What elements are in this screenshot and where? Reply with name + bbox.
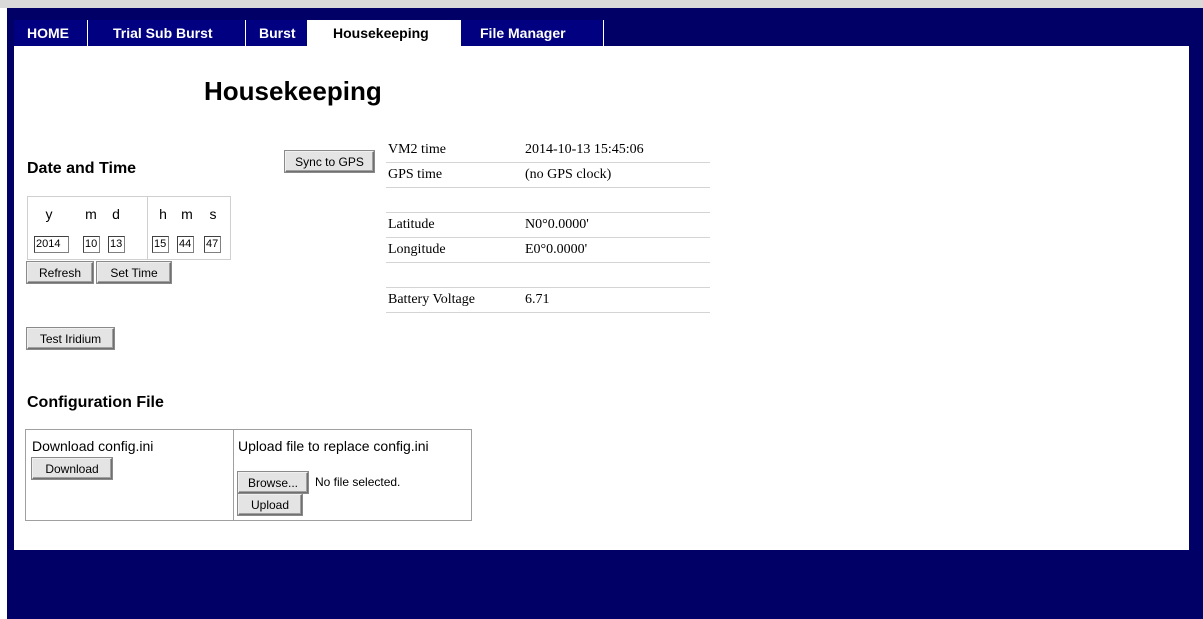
month-label: m bbox=[85, 206, 97, 222]
vm2-time-value: 2014-10-13 15:45:06 bbox=[523, 138, 710, 163]
gps-time-label: GPS time bbox=[386, 162, 523, 188]
minute-label: m bbox=[181, 206, 193, 222]
day-input[interactable]: 13 bbox=[108, 236, 125, 253]
latitude-value: N0°0.0000' bbox=[523, 212, 710, 238]
minute-input[interactable]: 44 bbox=[177, 236, 194, 253]
second-input[interactable]: 47 bbox=[204, 236, 221, 253]
upload-button[interactable]: Upload bbox=[238, 494, 302, 515]
gps-time-value: (no GPS clock) bbox=[523, 162, 710, 188]
browser-top-strip bbox=[0, 0, 1203, 8]
latitude-label: Latitude bbox=[386, 212, 523, 238]
test-iridium-button[interactable]: Test Iridium bbox=[27, 328, 114, 349]
vm2-time-row: VM2 time 2014-10-13 15:45:06 bbox=[386, 138, 710, 163]
longitude-value: E0°0.0000' bbox=[523, 237, 710, 263]
gps-time-row: GPS time (no GPS clock) bbox=[386, 162, 710, 188]
date-time-box: y m d h m s 2014 10 13 15 44 47 bbox=[27, 196, 231, 260]
battery-voltage-label: Battery Voltage bbox=[386, 287, 523, 313]
month-input[interactable]: 10 bbox=[83, 236, 100, 253]
sync-to-gps-button[interactable]: Sync to GPS bbox=[285, 151, 374, 172]
browse-button[interactable]: Browse... bbox=[238, 472, 308, 493]
file-status: No file selected. bbox=[315, 475, 401, 489]
page-footer bbox=[7, 550, 1203, 619]
latitude-row: Latitude N0°0.0000' bbox=[386, 212, 710, 238]
vm2-time-label: VM2 time bbox=[386, 138, 523, 163]
download-button[interactable]: Download bbox=[32, 458, 112, 479]
spacer-row bbox=[386, 262, 710, 288]
top-nav: HOME Trial Sub Burst Burst Housekeeping … bbox=[14, 20, 604, 46]
hour-input[interactable]: 15 bbox=[152, 236, 169, 253]
date-time-divider bbox=[147, 197, 148, 259]
longitude-label: Longitude bbox=[386, 237, 523, 263]
config-heading: Configuration File bbox=[27, 394, 164, 411]
year-input[interactable]: 2014 bbox=[34, 236, 69, 253]
tab-home[interactable]: HOME bbox=[14, 20, 88, 46]
tab-trial-sub-burst[interactable]: Trial Sub Burst bbox=[88, 20, 246, 46]
set-time-button[interactable]: Set Time bbox=[97, 262, 171, 283]
tab-file-manager[interactable]: File Manager bbox=[461, 20, 604, 46]
config-divider bbox=[233, 430, 234, 520]
spacer-row bbox=[386, 187, 710, 213]
day-label: d bbox=[112, 206, 120, 222]
battery-row: Battery Voltage 6.71 bbox=[386, 287, 710, 313]
tab-burst[interactable]: Burst bbox=[246, 20, 308, 46]
status-table: VM2 time 2014-10-13 15:45:06 GPS time (n… bbox=[386, 138, 710, 313]
page-title: Housekeeping bbox=[204, 76, 382, 106]
upload-text: Upload file to replace config.ini bbox=[238, 438, 429, 454]
refresh-button[interactable]: Refresh bbox=[27, 262, 93, 283]
hour-label: h bbox=[159, 206, 167, 222]
download-text: Download config.ini bbox=[32, 438, 154, 454]
config-box: Download config.ini Download Upload file… bbox=[25, 429, 472, 521]
tab-housekeeping[interactable]: Housekeeping bbox=[308, 20, 461, 46]
year-label: y bbox=[45, 206, 53, 222]
second-label: s bbox=[209, 206, 217, 222]
date-time-heading: Date and Time bbox=[27, 160, 137, 177]
battery-voltage-value: 6.71 bbox=[523, 287, 710, 313]
longitude-row: Longitude E0°0.0000' bbox=[386, 237, 710, 263]
